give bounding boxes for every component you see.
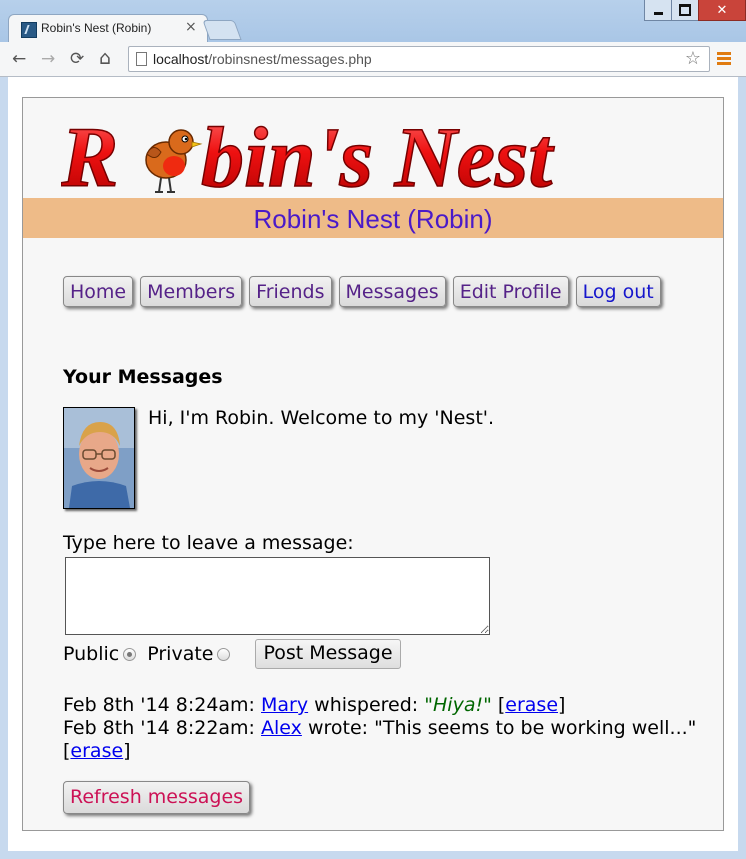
- message-user-link[interactable]: Alex: [261, 717, 302, 739]
- message-list: Feb 8th '14 8:24am: Mary whispered: "Hiy…: [63, 694, 723, 763]
- window-titlebar: Robin's Nest (Robin) × ✕: [0, 0, 746, 43]
- message-verb: wrote:: [307, 717, 369, 739]
- refresh-messages-button[interactable]: Refresh messages: [63, 781, 251, 814]
- menu-home[interactable]: Home: [63, 276, 134, 307]
- private-label: Private: [147, 643, 214, 665]
- bookmark-star-icon[interactable]: ☆: [685, 48, 701, 69]
- message-item: Feb 8th '14 8:24am: Mary whispered: "Hiy…: [63, 694, 566, 716]
- window-close-button[interactable]: ✕: [698, 0, 746, 21]
- home-icon[interactable]: ⌂: [99, 47, 111, 69]
- logo-text: bin's Nest: [201, 112, 555, 202]
- reload-icon[interactable]: ⟳: [70, 49, 84, 69]
- robin-bird-icon: [145, 129, 203, 193]
- site-container: R bin's Nest Robin's Nest (Robin) Home M: [22, 97, 724, 831]
- menu-friends[interactable]: Friends: [249, 276, 332, 307]
- site-banner: Robin's Nest (Robin): [23, 198, 723, 238]
- window-bottom-border: [0, 851, 746, 859]
- message-date: Feb 8th '14 8:24am:: [63, 694, 255, 716]
- message-options: Public Private Post Message: [63, 639, 401, 669]
- avatar: [63, 407, 135, 509]
- url-text: localhost/robinsnest/messages.php: [153, 51, 372, 67]
- erase-link[interactable]: erase: [505, 694, 558, 716]
- browser-toolbar: ← → ⟳ ⌂ localhost/robinsnest/messages.ph…: [0, 42, 746, 77]
- message-textarea[interactable]: [65, 557, 490, 635]
- logo-letter-r: R: [61, 112, 118, 202]
- menu-members[interactable]: Members: [140, 276, 243, 307]
- message-date: Feb 8th '14 8:22am:: [63, 717, 255, 739]
- message-label: Type here to leave a message:: [63, 532, 354, 554]
- page-title: Your Messages: [63, 366, 223, 388]
- post-message-button[interactable]: Post Message: [255, 639, 401, 669]
- page-viewport: R bin's Nest Robin's Nest (Robin) Home M: [8, 77, 738, 851]
- message-item: Feb 8th '14 8:22am: Alex wrote: "This se…: [63, 717, 697, 762]
- menu-messages[interactable]: Messages: [338, 276, 446, 307]
- private-radio[interactable]: [217, 647, 231, 661]
- tab-close-icon[interactable]: ×: [185, 19, 197, 35]
- back-icon[interactable]: ←: [12, 49, 26, 69]
- tab-title: Robin's Nest (Robin): [41, 21, 152, 35]
- url-host: localhost: [153, 51, 209, 67]
- forward-icon[interactable]: →: [41, 49, 55, 69]
- url-path: /robinsnest/messages.php: [208, 51, 372, 67]
- message-text: "Hiya!": [424, 694, 492, 716]
- browser-tab[interactable]: Robin's Nest (Robin) ×: [8, 14, 208, 43]
- erase-link[interactable]: erase: [70, 740, 123, 762]
- minimize-button[interactable]: [644, 0, 672, 21]
- main-menu: Home Members Friends Messages Edit Profi…: [63, 276, 661, 307]
- address-bar[interactable]: localhost/robinsnest/messages.php ☆: [128, 46, 710, 72]
- message-text: "This seems to be working well...": [374, 717, 697, 739]
- public-radio[interactable]: [123, 647, 137, 661]
- new-tab-button[interactable]: [202, 20, 242, 40]
- menu-log-out[interactable]: Log out: [575, 276, 661, 307]
- public-label: Public: [63, 643, 120, 665]
- browser-menu-icon[interactable]: [717, 52, 731, 67]
- site-logo: R bin's Nest: [59, 108, 691, 206]
- page-icon: [136, 52, 147, 66]
- message-user-link[interactable]: Mary: [261, 694, 308, 716]
- close-icon: ✕: [716, 2, 728, 18]
- maximize-button[interactable]: [671, 0, 699, 21]
- favicon-icon: [21, 22, 37, 38]
- minimize-icon: [653, 11, 663, 15]
- profile-bio: Hi, I'm Robin. Welcome to my 'Nest'.: [148, 407, 495, 429]
- menu-edit-profile[interactable]: Edit Profile: [452, 276, 569, 307]
- message-verb: whispered:: [314, 694, 419, 716]
- maximize-icon: [679, 4, 691, 16]
